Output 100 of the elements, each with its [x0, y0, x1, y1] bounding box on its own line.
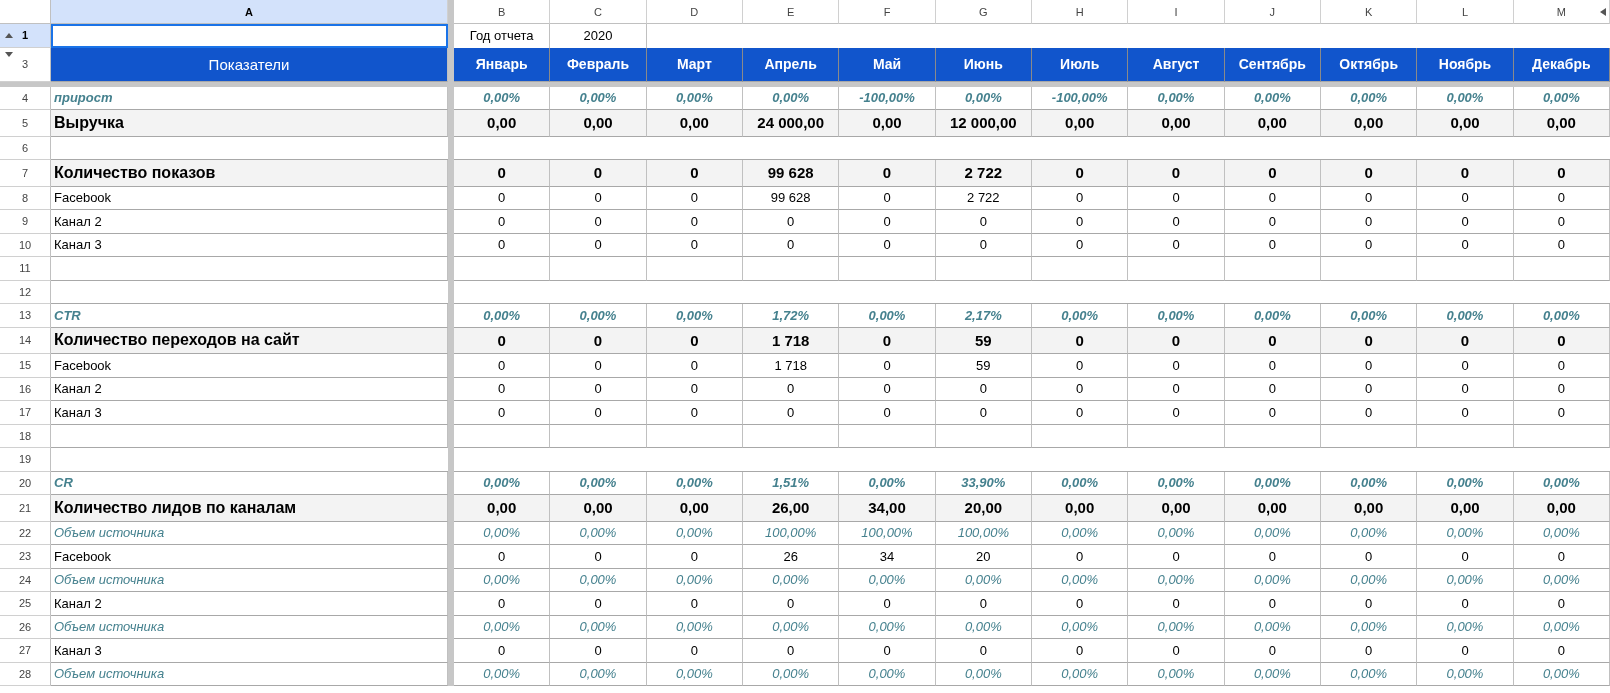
- table-cell: 0: [646, 592, 743, 616]
- row-number[interactable]: 8: [0, 186, 51, 210]
- row-number[interactable]: 19: [0, 448, 51, 472]
- table-cell: 0,00%: [1321, 521, 1418, 545]
- table-cell: 0: [454, 210, 551, 234]
- row-number[interactable]: 23: [0, 545, 51, 569]
- row-number[interactable]: 10: [0, 233, 51, 257]
- row-number[interactable]: 1: [0, 24, 51, 48]
- table-cell: 0: [1513, 160, 1610, 187]
- table-cell: 0,00: [1128, 110, 1225, 137]
- row-number[interactable]: 22: [0, 521, 51, 545]
- row-number[interactable]: 4: [0, 86, 51, 110]
- row-number[interactable]: 17: [0, 401, 51, 425]
- table-cell: 0,00: [1513, 495, 1610, 522]
- expand-arrow-icon[interactable]: [5, 51, 13, 57]
- row-number[interactable]: 21: [0, 495, 51, 522]
- table-cell: 0: [1128, 327, 1225, 354]
- row-number[interactable]: 6: [0, 136, 51, 160]
- table-cell: 0: [839, 592, 936, 616]
- column-header[interactable]: K: [1321, 0, 1418, 24]
- table-cell: 0: [1417, 354, 1514, 378]
- row-number[interactable]: 20: [0, 471, 51, 495]
- column-header[interactable]: H: [1032, 0, 1129, 24]
- row-number[interactable]: 11: [0, 257, 51, 281]
- table-cell: 0: [1128, 210, 1225, 234]
- table-cell: 0: [1224, 592, 1321, 616]
- table-cell: 0,00%: [1513, 662, 1610, 686]
- table-cell: 0: [1032, 327, 1129, 354]
- row-number[interactable]: 12: [0, 280, 51, 304]
- column-header[interactable]: A: [51, 0, 448, 24]
- column-header[interactable]: G: [935, 0, 1032, 24]
- table-cell: 99 628: [743, 186, 840, 210]
- table-cell: 0: [1321, 327, 1418, 354]
- table-cell: 0,00%: [1032, 568, 1129, 592]
- row-number[interactable]: 26: [0, 615, 51, 639]
- table-cell: 0,00%: [646, 615, 743, 639]
- row-number[interactable]: 14: [0, 327, 51, 354]
- table-cell: 0,00%: [550, 568, 647, 592]
- table-cell: 0: [454, 160, 551, 187]
- table-cell: 0: [454, 327, 551, 354]
- table-cell: 0: [646, 160, 743, 187]
- table-cell: 0: [839, 327, 936, 354]
- table-cell: 0,00: [1032, 110, 1129, 137]
- table-cell: 0: [1128, 592, 1225, 616]
- table-cell: 0: [1513, 354, 1610, 378]
- collapse-arrow-icon[interactable]: [5, 32, 13, 38]
- table-cell: 0: [1224, 233, 1321, 257]
- row-number[interactable]: 16: [0, 377, 51, 401]
- row-number[interactable]: 27: [0, 639, 51, 663]
- table-cell: 0: [1224, 377, 1321, 401]
- row-number[interactable]: 9: [0, 210, 51, 234]
- table-cell: 0,00%: [1224, 521, 1321, 545]
- table-cell: 0,00%: [1417, 521, 1514, 545]
- row-number[interactable]: 15: [0, 354, 51, 378]
- column-header[interactable]: E: [743, 0, 840, 24]
- row-number[interactable]: 7: [0, 160, 51, 187]
- row-number[interactable]: 5: [0, 110, 51, 137]
- table-cell: 0: [839, 401, 936, 425]
- table-cell: 0: [1032, 377, 1129, 401]
- table-cell: 0,00: [550, 495, 647, 522]
- row-number[interactable]: 24: [0, 568, 51, 592]
- column-header[interactable]: L: [1417, 0, 1514, 24]
- row-label: Канал 2: [51, 377, 448, 401]
- column-header[interactable]: M: [1513, 0, 1610, 24]
- column-header[interactable]: D: [646, 0, 743, 24]
- table-cell: 0,00: [454, 110, 551, 137]
- table-cell: 0: [1128, 354, 1225, 378]
- table-cell: 0,00%: [743, 568, 840, 592]
- table-cell: 0: [935, 401, 1032, 425]
- table-cell: 0,00%: [454, 662, 551, 686]
- table-cell: 0,00%: [1032, 662, 1129, 686]
- table-cell: 0,00%: [1513, 615, 1610, 639]
- table-cell: 0: [1224, 186, 1321, 210]
- collapse-arrow-icon[interactable]: [1600, 7, 1606, 16]
- table-cell: 0: [839, 639, 936, 663]
- table-cell: Год отчета: [454, 24, 551, 48]
- table-cell: 0: [1417, 327, 1514, 354]
- row-number[interactable]: 3: [0, 47, 51, 82]
- column-header[interactable]: C: [550, 0, 647, 24]
- table-cell: 20,00: [935, 495, 1032, 522]
- selected-cell[interactable]: [51, 24, 448, 48]
- table-cell: 0,00: [839, 110, 936, 137]
- row-number[interactable]: 13: [0, 304, 51, 328]
- table-cell: 0: [935, 210, 1032, 234]
- table-cell: 0,00%: [1128, 568, 1225, 592]
- metric-label: CTR: [51, 304, 448, 328]
- table-cell: 0,00%: [1224, 568, 1321, 592]
- table-cell: 0: [1513, 401, 1610, 425]
- column-header[interactable]: J: [1224, 0, 1321, 24]
- row-number[interactable]: 28: [0, 662, 51, 686]
- table-cell: 0,00: [1321, 110, 1418, 137]
- row-number[interactable]: 25: [0, 592, 51, 616]
- column-header[interactable]: B: [454, 0, 551, 24]
- column-header[interactable]: F: [839, 0, 936, 24]
- row-number[interactable]: 18: [0, 424, 51, 448]
- table-cell: 0: [550, 401, 647, 425]
- table-cell: 0: [743, 377, 840, 401]
- column-header[interactable]: I: [1128, 0, 1225, 24]
- table-cell: 0,00%: [454, 615, 551, 639]
- table-cell: 0: [1513, 210, 1610, 234]
